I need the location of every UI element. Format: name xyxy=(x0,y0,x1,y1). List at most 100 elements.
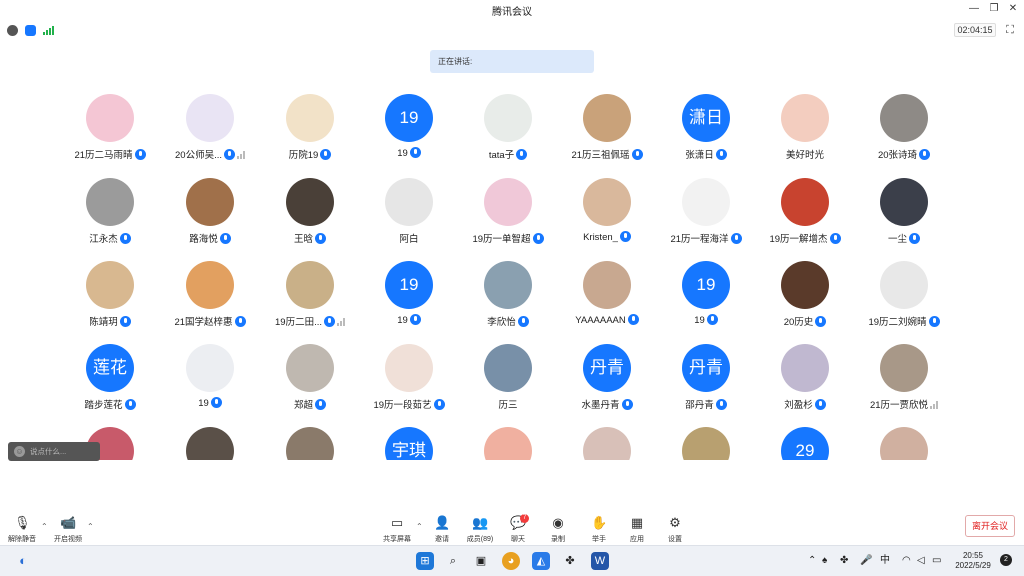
restore-icon[interactable]: ❐ xyxy=(987,2,1001,16)
participant-tile[interactable]: 21历一贾欣悦 xyxy=(854,344,954,424)
participant-tile[interactable]: 19历二刘婉晴 xyxy=(854,261,954,341)
participant-tile[interactable]: 21历三祖佩瑶 xyxy=(557,94,657,174)
video-options-chevron-icon[interactable]: ⌃ xyxy=(87,522,94,531)
search-icon[interactable]: ⌕ xyxy=(444,552,462,570)
participant-tile[interactable]: 19历一段茹艺 xyxy=(359,344,459,424)
participant-tile[interactable]: YAAAAAAN xyxy=(557,261,657,341)
participant-tile[interactable]: 21国学赵梓惠 xyxy=(160,261,260,341)
participant-tile[interactable]: 19历一单智超 xyxy=(458,178,558,258)
participant-tile[interactable] xyxy=(854,427,954,460)
participant-tile[interactable]: 19 19 xyxy=(359,261,459,341)
apps-button[interactable]: ▦ 应用 xyxy=(617,512,657,544)
settings-button[interactable]: ⚙ 设置 xyxy=(655,512,695,544)
windows-start-icon[interactable]: ⊞ xyxy=(416,552,434,570)
participant-tile[interactable]: 江永杰 xyxy=(60,178,160,258)
participant-name: 19历一解增杰 xyxy=(769,234,828,245)
participant-grid: 21历二马雨晴 20公师吴... 历院19 19 19 tata子 21历三祖佩瑶 潇日 张潇日… xyxy=(0,94,1024,460)
start-video-button[interactable]: 📹 开启视频 xyxy=(48,512,88,544)
raise-hand-button[interactable]: ✋ 举手 xyxy=(579,512,619,544)
participant-tile[interactable]: tata子 xyxy=(458,94,558,174)
shield-icon[interactable] xyxy=(25,25,36,36)
wifi-icon[interactable]: ◠ xyxy=(902,555,911,567)
invite-button[interactable]: 👤 邀请 xyxy=(422,512,462,544)
members-button[interactable]: 👥 成员(89) xyxy=(460,512,500,544)
participant-tile[interactable]: 一尘 xyxy=(854,178,954,258)
participant-tile[interactable]: 陈靖玥 xyxy=(60,261,160,341)
participant-tile[interactable]: 莲花 踏步莲花 xyxy=(60,344,160,424)
participant-tile[interactable]: 潇日 张潇日 xyxy=(656,94,756,174)
signal-icon[interactable] xyxy=(43,26,54,35)
participant-tile[interactable]: 19历一解增杰 xyxy=(755,178,855,258)
qq-icon[interactable]: ✤ xyxy=(561,552,579,570)
participant-tile[interactable]: 19 19 xyxy=(359,94,459,174)
fullscreen-icon[interactable]: ⛶ xyxy=(1004,24,1016,36)
word-icon[interactable]: W xyxy=(591,552,609,570)
ime-indicator[interactable]: 中 xyxy=(880,555,890,567)
participant-tile[interactable] xyxy=(557,427,657,460)
tray-app-icon[interactable]: ♠ xyxy=(822,555,827,567)
tray-mic-icon[interactable]: 🎤 xyxy=(860,555,872,567)
participant-tile[interactable] xyxy=(656,427,756,460)
avatar xyxy=(385,178,433,226)
participant-tile[interactable]: 美好时光 xyxy=(755,94,855,174)
participant-tile[interactable]: 丹青 邵丹青 xyxy=(656,344,756,424)
chat-quick-input[interactable]: ☺ 说点什么... xyxy=(8,442,100,461)
info-icon[interactable] xyxy=(7,25,18,36)
participant-tile[interactable]: 20张诗琦 xyxy=(854,94,954,174)
leave-meeting-button[interactable]: 离开会议 xyxy=(965,515,1015,537)
participant-tile[interactable]: 19 19 xyxy=(656,261,756,341)
record-button[interactable]: ◉ 录制 xyxy=(538,512,578,544)
emoji-icon[interactable]: ☺ xyxy=(14,446,25,457)
participant-name-line: 19 xyxy=(359,147,459,159)
battery-icon[interactable]: ▭ xyxy=(932,555,941,567)
participant-tile[interactable]: 19 xyxy=(160,344,260,424)
clock-date: 2022/5/29 xyxy=(955,561,991,570)
chat-button[interactable]: 💬 7 聊天 xyxy=(498,512,538,544)
participant-tile[interactable]: 20历史 xyxy=(755,261,855,341)
participant-tile[interactable]: 刘盈杉 xyxy=(755,344,855,424)
participant-tile[interactable]: 19历二田... xyxy=(260,261,360,341)
tencent-meeting-icon[interactable]: ◭ xyxy=(532,552,550,570)
participant-tile[interactable]: 宇琪 xyxy=(359,427,459,460)
tray-expand-icon[interactable]: ⌃ xyxy=(808,555,816,567)
taskbar-clock[interactable]: 20:55 2022/5/29 xyxy=(950,551,996,571)
participant-tile[interactable] xyxy=(458,427,558,460)
widgets-icon[interactable]: ◐ xyxy=(14,552,32,570)
unmute-button[interactable]: 🎙 解除静音 xyxy=(2,512,42,544)
mic-icon xyxy=(224,149,235,160)
share-screen-icon: ▭ xyxy=(390,515,404,530)
avatar: 19 xyxy=(385,94,433,142)
participant-name-line: 19历一解增杰 xyxy=(755,231,855,245)
tray-qq-icon[interactable]: ✤ xyxy=(840,555,848,567)
participant-tile[interactable]: 21历二马雨晴 xyxy=(60,94,160,174)
participant-tile[interactable] xyxy=(260,427,360,460)
participant-tile[interactable] xyxy=(160,427,260,460)
mic-icon xyxy=(315,399,326,410)
mic-icon xyxy=(532,233,544,244)
participant-tile[interactable]: 历院19 xyxy=(260,94,360,174)
participant-tile[interactable]: 王晗 xyxy=(260,178,360,258)
mic-icon xyxy=(219,233,231,244)
notification-badge[interactable]: 2 xyxy=(1000,554,1012,566)
share-screen-button[interactable]: ▭ 共享屏幕 xyxy=(377,512,417,544)
mic-muted-icon: 🎙 xyxy=(14,515,31,530)
volume-icon[interactable]: ◁ xyxy=(917,555,925,567)
participant-tile[interactable]: 李欣怡 xyxy=(458,261,558,341)
mic-icon xyxy=(320,149,332,160)
close-icon[interactable]: ✕ xyxy=(1006,2,1020,16)
participant-tile[interactable]: 20公师吴... xyxy=(160,94,260,174)
participant-tile[interactable]: 丹青 水墨丹青 xyxy=(557,344,657,424)
mic-options-chevron-icon[interactable]: ⌃ xyxy=(41,522,48,531)
task-view-icon[interactable]: ▣ xyxy=(472,552,490,570)
participant-tile[interactable]: 历三 xyxy=(458,344,558,424)
participant-tile[interactable]: 路海悦 xyxy=(160,178,260,258)
participant-tile[interactable]: 29 xyxy=(755,427,855,460)
participant-tile[interactable]: 21历一程海洋 xyxy=(656,178,756,258)
participant-tile[interactable]: 阿白 xyxy=(359,178,459,258)
participant-tile[interactable]: 郑超 xyxy=(260,344,360,424)
participant-tile[interactable]: Kristen_ xyxy=(557,178,657,258)
avatar xyxy=(86,261,134,309)
minimize-icon[interactable]: — xyxy=(967,2,981,16)
participant-name-line: 一尘 xyxy=(854,231,954,245)
browser-icon[interactable]: ◕ xyxy=(502,552,520,570)
